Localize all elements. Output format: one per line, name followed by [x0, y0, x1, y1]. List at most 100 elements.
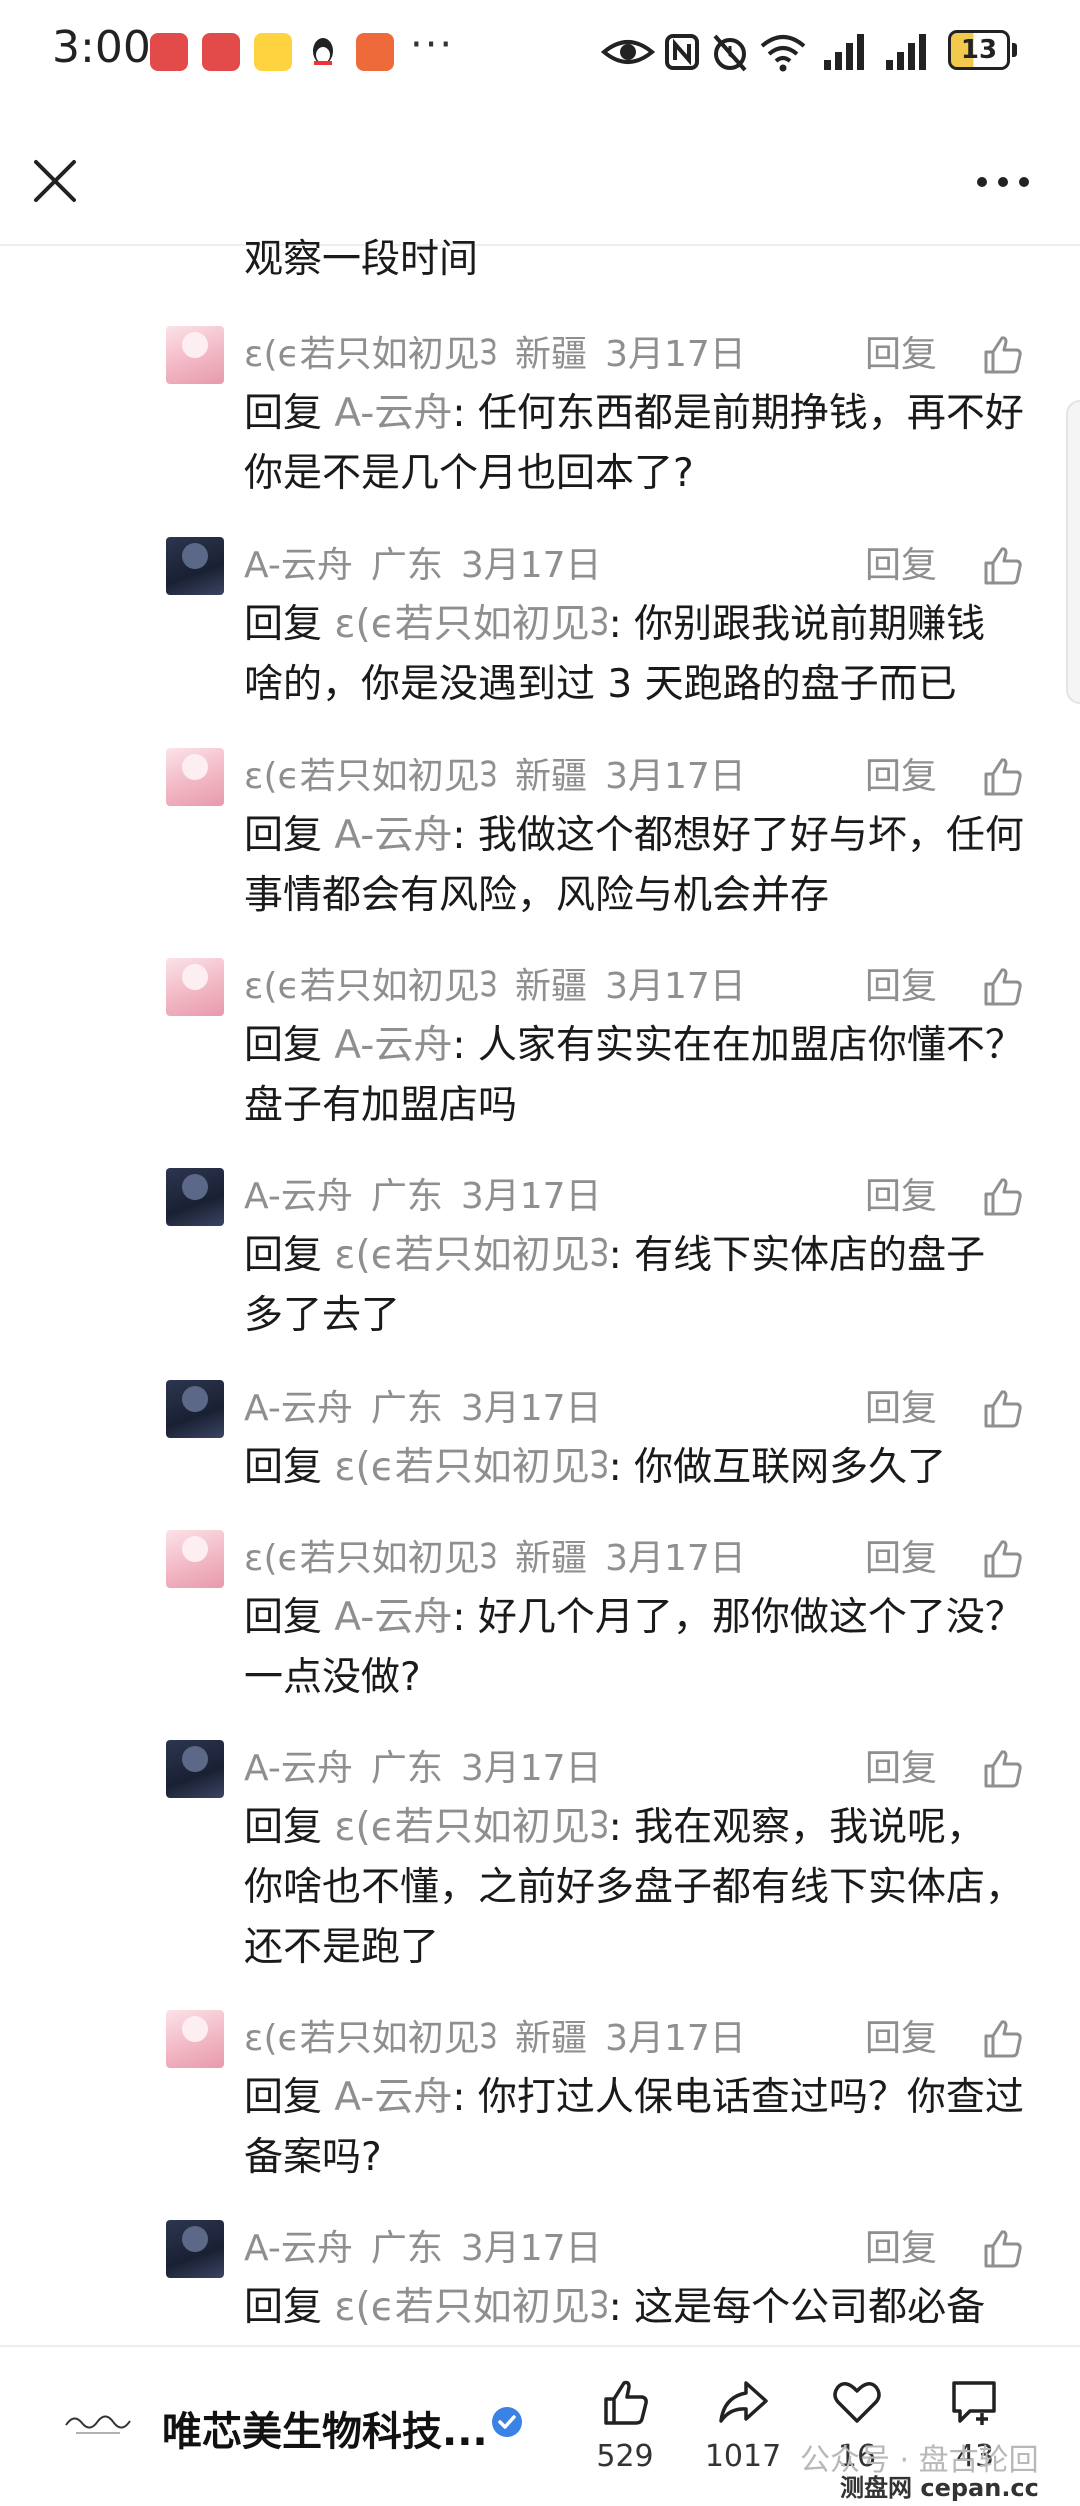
- reply-button[interactable]: 回复: [865, 326, 937, 384]
- battery-level: 13: [948, 30, 1010, 70]
- comment-like-icon[interactable]: [980, 754, 1026, 800]
- comment-text: 回复 ε(ϵ若只如初见ᢃ: 这是每个公司都必备: [244, 2278, 1024, 2338]
- share-arrow-icon: [719, 2381, 768, 2423]
- reply-button[interactable]: 回复: [865, 1530, 937, 1588]
- reply-prefix: 回复: [244, 2075, 323, 2120]
- comment-region: 广东: [370, 545, 443, 586]
- reply-button[interactable]: 回复: [865, 748, 937, 806]
- comment-date: 3月17日: [460, 1748, 602, 1789]
- reply-target-user[interactable]: A-云舟: [334, 1023, 452, 1068]
- comment-username[interactable]: ε(ϵ若只如初见ᢃ: [244, 966, 497, 1007]
- comment-username[interactable]: A-云舟: [244, 2228, 353, 2269]
- reply-button[interactable]: 回复: [865, 537, 937, 595]
- like-button[interactable]: 529: [570, 2375, 680, 2474]
- account-logo[interactable]: [62, 2405, 134, 2441]
- account-name[interactable]: 唯芯美生物科技...: [162, 2399, 488, 2457]
- comment-username[interactable]: A-云舟: [244, 545, 353, 586]
- comment-region: 新疆: [515, 756, 588, 797]
- user-avatar[interactable]: [166, 958, 224, 1016]
- reply-target-user[interactable]: A-云舟: [334, 391, 452, 436]
- comment-meta: A-云舟 广东 3月17日: [244, 1740, 602, 1798]
- reply-prefix: 回复: [244, 1595, 323, 1640]
- reply-button[interactable]: 回复: [865, 2010, 937, 2068]
- reply-target-user[interactable]: A-云舟: [334, 1595, 452, 1640]
- comment-like-icon[interactable]: [980, 964, 1026, 1010]
- comment-region: 新疆: [515, 966, 588, 1007]
- comment-date: 3月17日: [460, 1388, 602, 1429]
- comment-like-icon[interactable]: [980, 2226, 1026, 2272]
- reply-target-user[interactable]: ε(ϵ若只如初见ᢃ: [334, 602, 608, 647]
- reply-button[interactable]: 回复: [865, 2220, 937, 2278]
- comment-text: 回复 A-云舟: 人家有实实在在加盟店你懂不？盘子有加盟店吗: [244, 1016, 1024, 1136]
- comment-meta: ε(ϵ若只如初见ᢃ 新疆 3月17日: [244, 958, 746, 1016]
- add-comment-icon: [952, 2381, 996, 2425]
- reply-prefix: 回复: [244, 813, 323, 858]
- comment-username[interactable]: ε(ϵ若只如初见ᢃ: [244, 2018, 497, 2059]
- battery-tip: [1012, 43, 1017, 57]
- comment-text: 回复 ε(ϵ若只如初见ᢃ: 我在观察，我说呢，你啥也不懂，之前好多盘子都有线下实…: [244, 1798, 1024, 1978]
- comment-meta: A-云舟 广东 3月17日: [244, 1168, 602, 1226]
- comment-username[interactable]: A-云舟: [244, 1388, 353, 1429]
- comment-username[interactable]: ε(ϵ若只如初见ᢃ: [244, 1538, 497, 1579]
- comment-meta: ε(ϵ若只如初见ᢃ 新疆 3月17日: [244, 748, 746, 806]
- user-avatar[interactable]: [166, 2220, 224, 2278]
- reply-target-user[interactable]: A-云舟: [334, 2075, 452, 2120]
- qq-icon: [313, 38, 333, 65]
- close-button[interactable]: [30, 156, 80, 206]
- comment-content: : 这是每个公司都必备: [608, 2285, 986, 2330]
- reply-target-user[interactable]: A-云舟: [334, 813, 452, 858]
- reply-button[interactable]: 回复: [865, 1380, 937, 1438]
- comment-like-icon[interactable]: [980, 1386, 1026, 1432]
- user-avatar[interactable]: [166, 1168, 224, 1226]
- comment-username[interactable]: A-云舟: [244, 1176, 353, 1217]
- more-notifications-icon: ···: [410, 22, 455, 68]
- comment-region: 广东: [370, 2228, 443, 2269]
- reply-target-user[interactable]: ε(ϵ若只如初见ᢃ: [334, 1445, 608, 1490]
- comment-username[interactable]: A-云舟: [244, 1748, 353, 1789]
- comment-username[interactable]: ε(ϵ若只如初见ᢃ: [244, 756, 497, 797]
- status-bar: 3:00 ··· 13: [0, 0, 1080, 100]
- reply-target-user[interactable]: ε(ϵ若只如初见ᢃ: [334, 2285, 608, 2330]
- comment-like-icon[interactable]: [980, 2016, 1026, 2062]
- comment-meta: ε(ϵ若只如初见ᢃ 新疆 3月17日: [244, 2010, 746, 2068]
- user-avatar[interactable]: [166, 1530, 224, 1588]
- comment-like-icon[interactable]: [980, 543, 1026, 589]
- user-avatar[interactable]: [166, 1380, 224, 1438]
- user-avatar[interactable]: [166, 748, 224, 806]
- share-button[interactable]: 1017: [688, 2375, 798, 2474]
- reply-prefix: 回复: [244, 391, 323, 436]
- comment-text: 回复 ε(ϵ若只如初见ᢃ: 有线下实体店的盘子多了去了: [244, 1226, 1024, 1346]
- comment-date: 3月17日: [605, 1538, 746, 1579]
- reply-button[interactable]: 回复: [865, 1740, 937, 1798]
- user-avatar[interactable]: [166, 537, 224, 595]
- comment-region: 广东: [370, 1388, 443, 1429]
- heart-icon: [833, 2382, 881, 2423]
- comment-like-icon[interactable]: [980, 332, 1026, 378]
- comment-like-icon[interactable]: [980, 1746, 1026, 1792]
- user-avatar[interactable]: [166, 1740, 224, 1798]
- reply-button[interactable]: 回复: [865, 1168, 937, 1226]
- comment-text: 回复 A-云舟: 我做这个都想好了好与坏，任何事情都会有风险，风险与机会并存: [244, 806, 1024, 926]
- comment-username[interactable]: ε(ϵ若只如初见ᢃ: [244, 334, 497, 375]
- nfc-icon: [665, 34, 699, 70]
- reply-target-user[interactable]: ε(ϵ若只如初见ᢃ: [334, 1805, 608, 1850]
- reply-prefix: 回复: [244, 602, 323, 647]
- comment-like-icon[interactable]: [980, 1536, 1026, 1582]
- comment-region: 新疆: [515, 334, 588, 375]
- comment-text: 回复 A-云舟: 好几个月了，那你做这个了没？一点没做?: [244, 1588, 1024, 1708]
- user-avatar[interactable]: [166, 2010, 224, 2068]
- more-options-button[interactable]: [974, 162, 1032, 202]
- reply-prefix: 回复: [244, 1805, 323, 1850]
- like-count: 529: [596, 2439, 654, 2474]
- reply-button[interactable]: 回复: [865, 958, 937, 1016]
- side-panel-handle[interactable]: [1066, 400, 1080, 704]
- comment-date: 3月17日: [460, 1176, 602, 1217]
- huawei-app-icon: [150, 33, 188, 71]
- reply-target-user[interactable]: ε(ϵ若只如初见ᢃ: [334, 1233, 608, 1278]
- reply-prefix: 回复: [244, 1233, 323, 1278]
- reply-prefix: 回复: [244, 1445, 323, 1490]
- wifi-icon: [760, 35, 806, 72]
- user-avatar[interactable]: [166, 326, 224, 384]
- share-count: 1017: [704, 2439, 782, 2474]
- comment-like-icon[interactable]: [980, 1174, 1026, 1220]
